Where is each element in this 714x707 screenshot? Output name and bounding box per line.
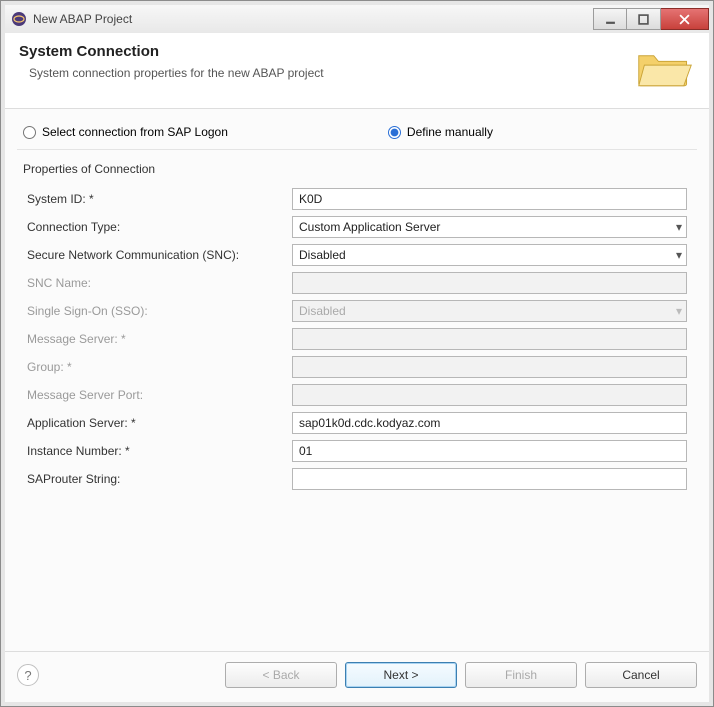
label-saprouter: SAProuter String: — [27, 472, 292, 486]
label-message-server-port: Message Server Port: — [27, 388, 292, 402]
label-group: Group: * — [27, 360, 292, 374]
instance-number-input[interactable] — [292, 440, 687, 462]
page-title: System Connection — [19, 43, 324, 60]
snc-value: Disabled — [299, 248, 346, 262]
saprouter-input[interactable] — [292, 468, 687, 490]
help-icon[interactable]: ? — [17, 664, 39, 686]
application-server-input[interactable] — [292, 412, 687, 434]
label-connection-type: Connection Type: — [27, 220, 292, 234]
radio-define-manually-input[interactable] — [388, 126, 401, 139]
connection-mode-row: Select connection from SAP Logon Define … — [17, 121, 697, 150]
label-sso: Single Sign-On (SSO): — [27, 304, 292, 318]
group-legend: Properties of Connection — [17, 158, 697, 180]
connection-type-select[interactable]: Custom Application Server ▾ — [292, 216, 687, 238]
label-message-server: Message Server: * — [27, 332, 292, 346]
wizard-header: System Connection System connection prop… — [5, 33, 709, 109]
chevron-down-icon: ▾ — [676, 304, 682, 318]
radio-sap-logon[interactable]: Select connection from SAP Logon — [23, 125, 228, 139]
maximize-button[interactable] — [627, 8, 661, 30]
title-bar: New ABAP Project — [5, 5, 709, 33]
label-snc: Secure Network Communication (SNC): — [27, 248, 292, 262]
chevron-down-icon: ▾ — [676, 248, 682, 262]
snc-name-input — [292, 272, 687, 294]
group-input — [292, 356, 687, 378]
snc-select[interactable]: Disabled ▾ — [292, 244, 687, 266]
radio-define-manually-label: Define manually — [407, 125, 493, 139]
label-snc-name: SNC Name: — [27, 276, 292, 290]
connection-type-value: Custom Application Server — [299, 220, 440, 234]
folder-open-icon — [635, 43, 695, 94]
radio-sap-logon-label: Select connection from SAP Logon — [42, 125, 228, 139]
finish-button: Finish — [465, 662, 577, 688]
system-id-input[interactable] — [292, 188, 687, 210]
cancel-button[interactable]: Cancel — [585, 662, 697, 688]
chevron-down-icon: ▾ — [676, 220, 682, 234]
close-button[interactable] — [661, 8, 709, 30]
label-instance-number: Instance Number: * — [27, 444, 292, 458]
wizard-buttons: < Back Next > Finish Cancel — [225, 662, 697, 688]
dialog-footer: ? < Back Next > Finish Cancel — [5, 651, 709, 702]
sso-value: Disabled — [299, 304, 346, 318]
message-server-port-input — [292, 384, 687, 406]
radio-define-manually[interactable]: Define manually — [388, 125, 493, 139]
sso-select: Disabled ▾ — [292, 300, 687, 322]
message-server-input — [292, 328, 687, 350]
dialog-body: Select connection from SAP Logon Define … — [5, 109, 709, 651]
dialog-window: New ABAP Project System Connection Syste… — [0, 0, 714, 707]
eclipse-icon — [11, 11, 27, 27]
label-system-id: System ID: * — [27, 192, 292, 206]
page-subtitle: System connection properties for the new… — [29, 66, 324, 80]
window-controls — [593, 8, 709, 30]
label-application-server: Application Server: * — [27, 416, 292, 430]
next-button[interactable]: Next > — [345, 662, 457, 688]
connection-properties: System ID: * Connection Type: Custom App… — [17, 180, 697, 498]
window-title: New ABAP Project — [33, 12, 132, 26]
back-button: < Back — [225, 662, 337, 688]
radio-sap-logon-input[interactable] — [23, 126, 36, 139]
minimize-button[interactable] — [593, 8, 627, 30]
